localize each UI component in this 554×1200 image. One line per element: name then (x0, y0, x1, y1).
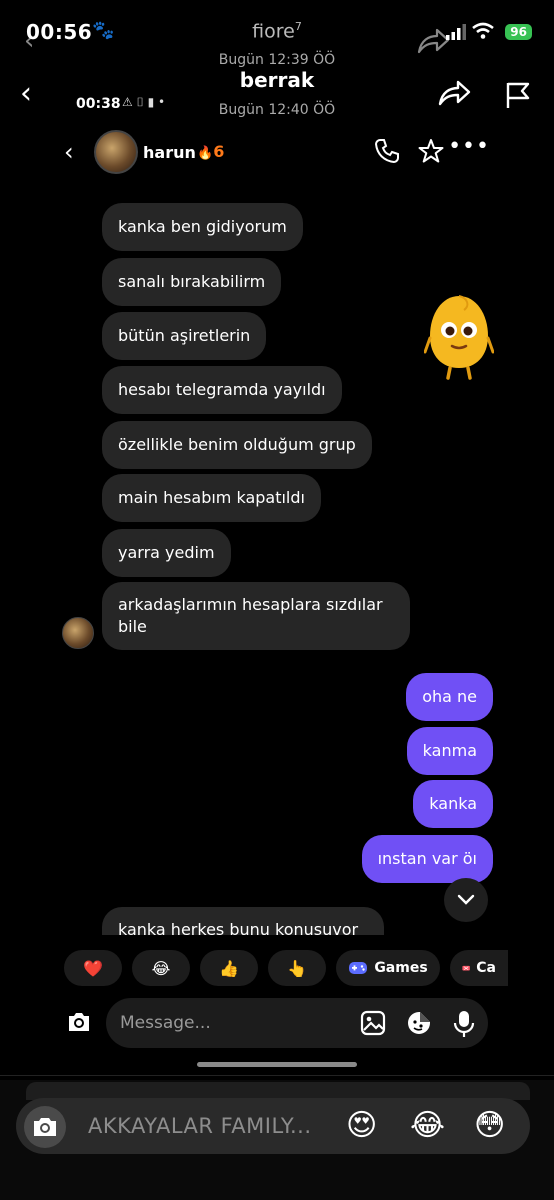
message-bubble[interactable]: bütün aşiretlerin (102, 312, 267, 360)
flag-icon[interactable] (504, 80, 532, 110)
share-icon[interactable] (436, 78, 472, 108)
gift-icon (462, 965, 470, 971)
signal-icon (446, 24, 466, 40)
battery-indicator: 96 (505, 24, 532, 40)
message-bubble-sent[interactable]: kanka (413, 780, 493, 828)
message-bubble-sent[interactable]: kanma (406, 727, 493, 775)
message-bubble[interactable]: main hesabım kapatıldı (102, 474, 321, 522)
home-indicator (197, 1062, 357, 1067)
contact-avatar[interactable] (94, 130, 138, 174)
story-app-name: fiore7 (0, 20, 554, 42)
app-name-sup: 7 (294, 20, 302, 33)
reaction-heart[interactable]: ❤️ (64, 950, 122, 986)
wifi-icon (472, 22, 494, 39)
star-icon[interactable] (418, 138, 444, 164)
reaction-thumbs-up[interactable]: 👍 (200, 950, 258, 986)
streak-badge: 🔥6 (197, 142, 224, 161)
inner-status-time: 00:38 (76, 96, 121, 112)
sticker-icon[interactable] (406, 1010, 432, 1036)
chat-back-icon[interactable]: ‹ (64, 138, 74, 166)
message-bubble-sent[interactable]: ınstan var öı (361, 835, 493, 883)
message-bubble-sent[interactable]: oha ne (406, 673, 493, 721)
inner-status-icons: ⚠ ⌷ ▮ • (122, 95, 166, 109)
emoji-laugh-button[interactable]: 😂 (410, 1108, 445, 1143)
scroll-down-button[interactable] (444, 878, 488, 922)
contact-name[interactable]: harun (143, 143, 196, 162)
message-input[interactable]: Message... (120, 1013, 211, 1033)
message-bubble[interactable]: hesabı telegramda yayıldı (102, 366, 342, 414)
chevron-down-icon (457, 894, 475, 905)
story-sub-time: Bugün 12:39 ÖÖ (218, 52, 336, 68)
phone-call-icon[interactable] (374, 138, 400, 164)
story-reply-input[interactable]: AKKAYALAR FAMILY... (88, 1114, 312, 1138)
camera-icon (34, 1118, 56, 1136)
message-bubble[interactable]: özellikle benim olduğum grup (102, 421, 372, 469)
message-bubble[interactable]: kanka herkes bunu konusuvor (102, 907, 384, 935)
message-bubble[interactable]: arkadaşlarımın hesaplara sızdılar bile (102, 582, 410, 650)
streak-count: 6 (213, 142, 225, 161)
partial-chip[interactable]: Ca (450, 950, 508, 986)
sender-avatar (62, 617, 94, 649)
app-name-text: fiore (252, 20, 295, 43)
message-bubble[interactable]: yarra yedim (102, 529, 231, 577)
microphone-icon[interactable] (452, 1010, 476, 1038)
fire-icon: 🔥 (197, 146, 214, 161)
camera-icon[interactable] (66, 1010, 92, 1034)
mascot-sticker (424, 295, 494, 380)
partial-message: kanka herkes bunu konusuvor (102, 907, 384, 935)
emoji-flushed-button[interactable]: 😳 (474, 1108, 505, 1143)
reaction-point-up[interactable]: 👆 (268, 950, 326, 986)
more-options-icon[interactable]: ••• (448, 134, 490, 159)
reaction-laugh[interactable]: 😂 (132, 950, 190, 986)
divider (0, 1075, 554, 1076)
emoji-heart-eyes-button[interactable]: 😍 (346, 1108, 377, 1143)
games-chip[interactable]: Games (336, 950, 440, 986)
partial-chip-label: Ca (476, 960, 496, 976)
gallery-icon[interactable] (360, 1010, 386, 1036)
gamepad-icon (349, 962, 368, 974)
games-chip-label: Games (374, 960, 428, 976)
message-bubble[interactable]: sanalı bırakabilirm (102, 258, 282, 306)
story-camera-button[interactable] (24, 1106, 66, 1148)
message-bubble[interactable]: kanka ben gidiyorum (102, 203, 303, 251)
